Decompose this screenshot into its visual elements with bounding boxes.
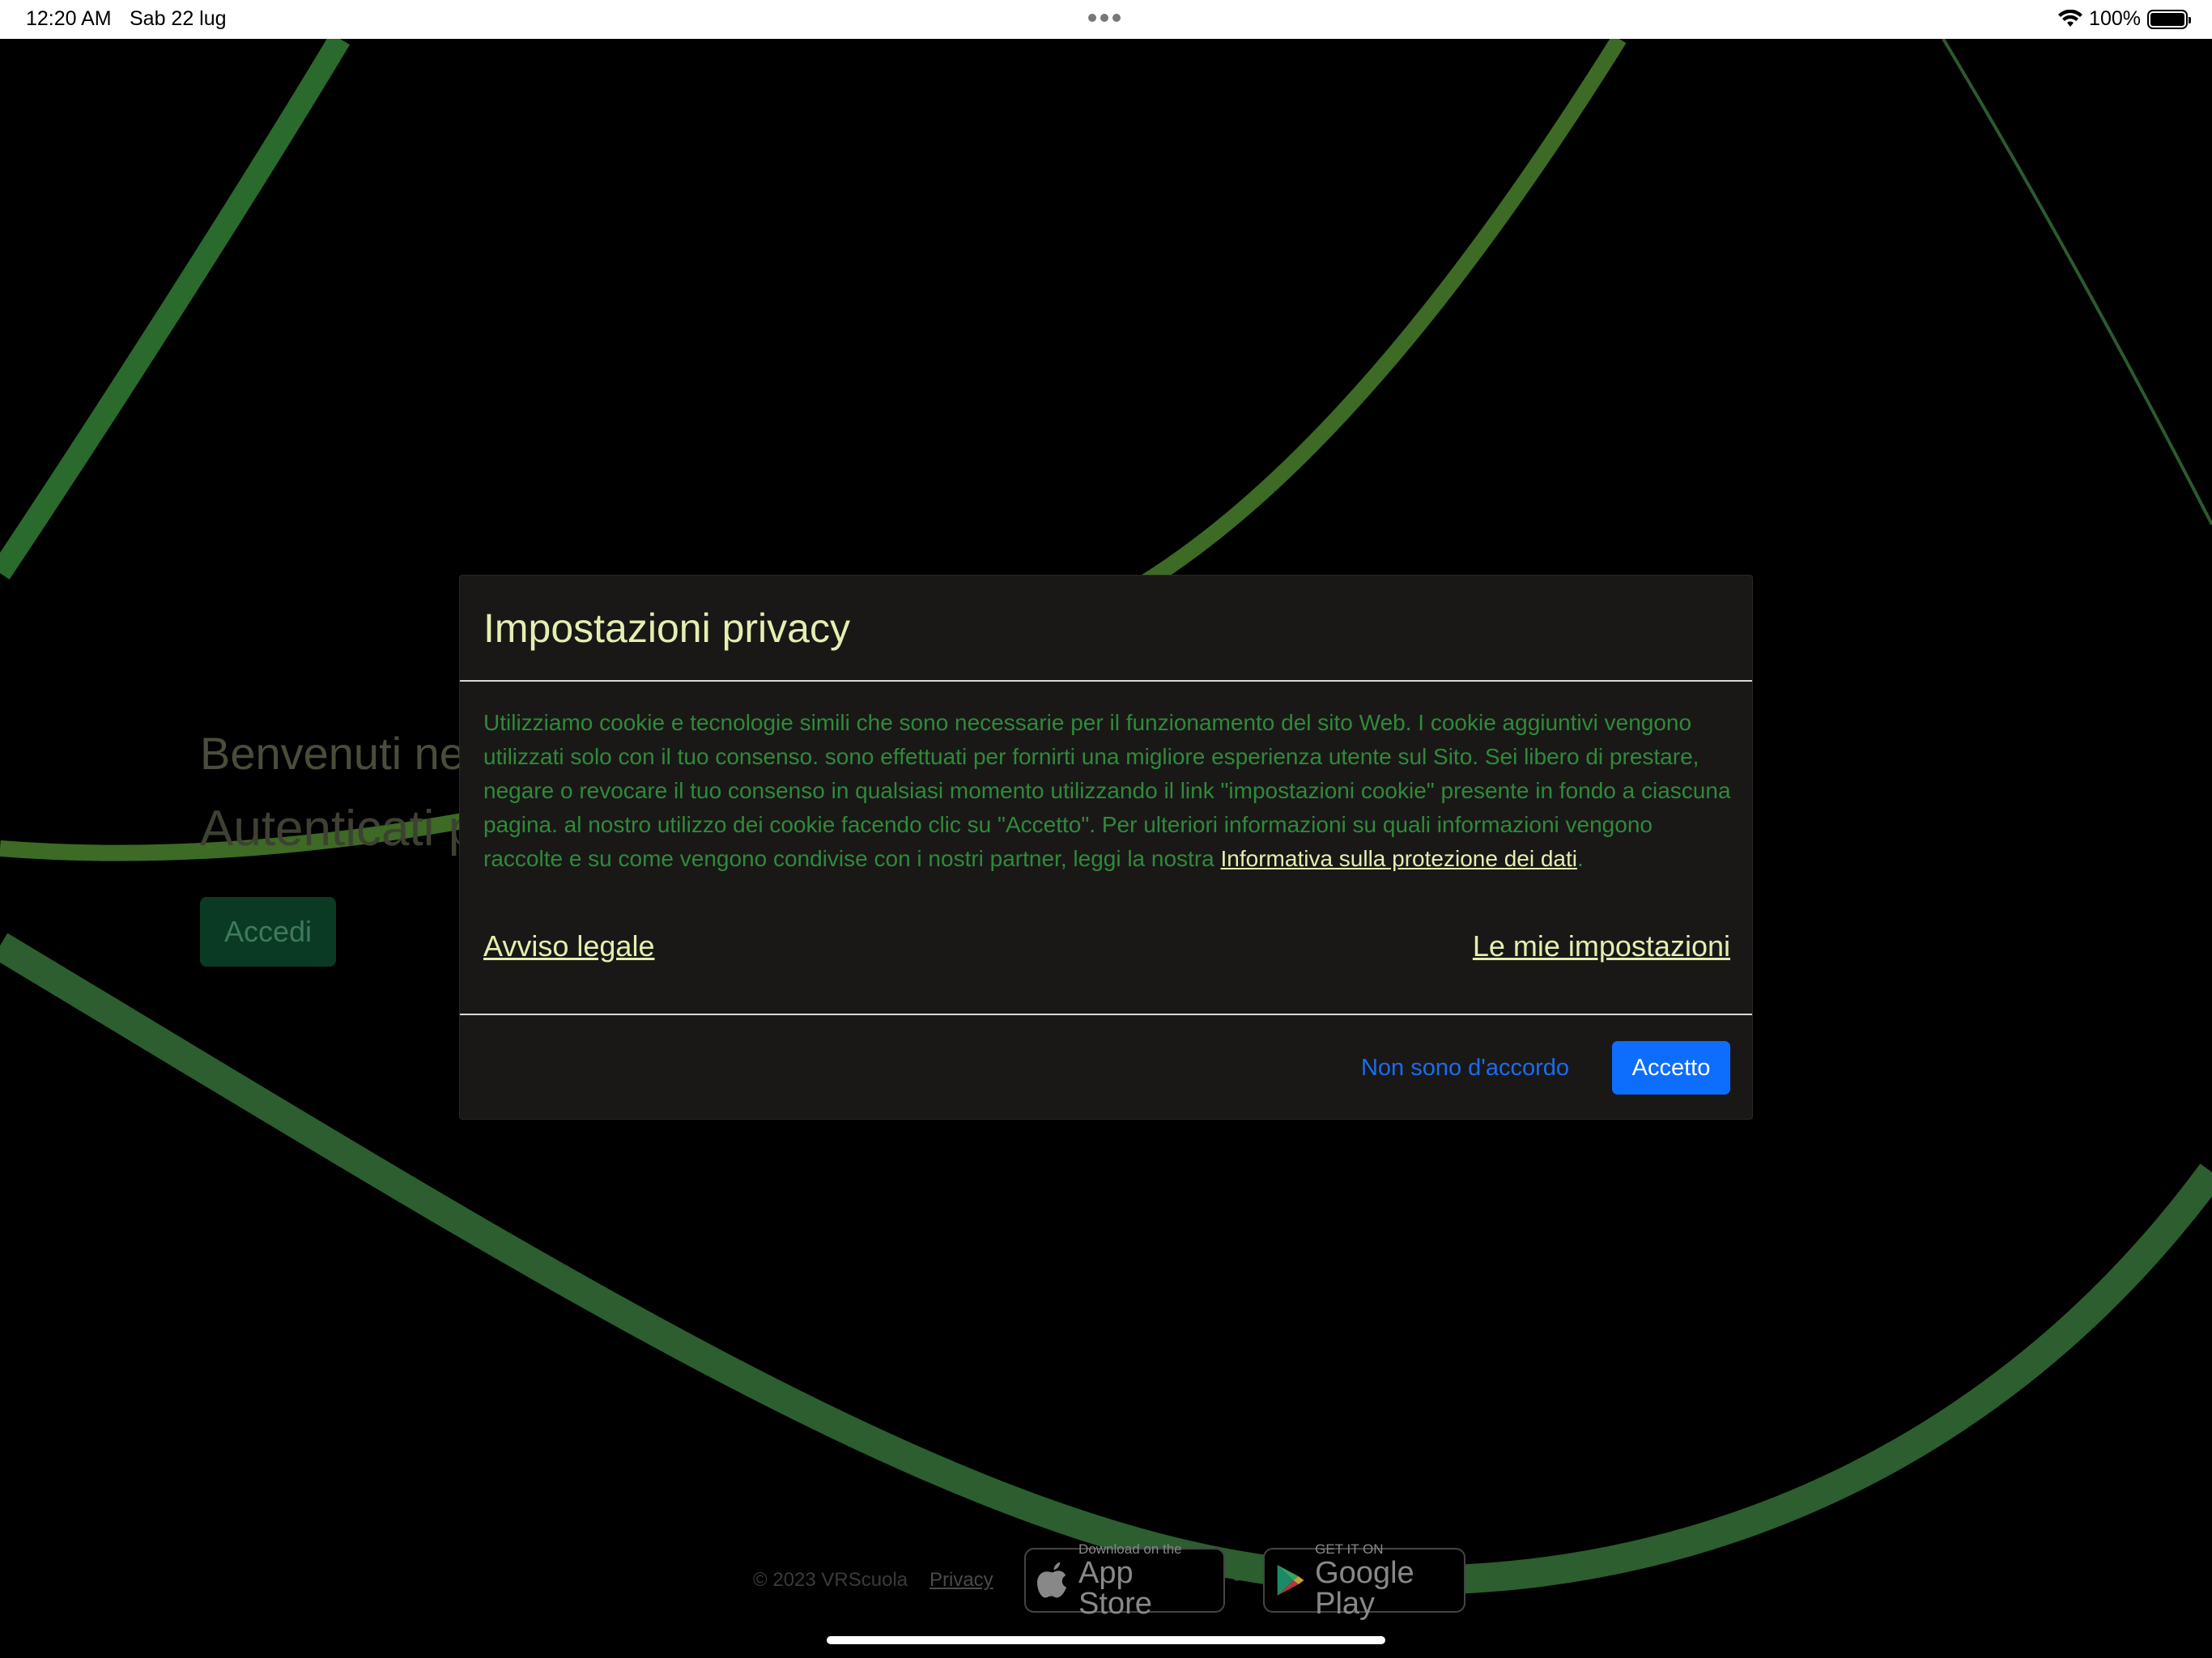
app-store-small-text: Download on the	[1078, 1541, 1182, 1557]
google-play-icon	[1277, 1565, 1304, 1596]
privacy-settings-modal: Impostazioni privacy Utilizziamo cookie …	[459, 575, 1753, 1120]
battery-percentage: 100%	[2089, 7, 2141, 30]
copyright-text: © 2023 VRScuola	[753, 1569, 908, 1591]
privacy-description-end: .	[1576, 846, 1584, 871]
home-indicator[interactable]	[827, 1636, 1385, 1644]
app-store-text: Download on the App Store	[1078, 1542, 1212, 1619]
google-play-small-text: GET IT ON	[1315, 1541, 1384, 1557]
multitasking-dots-icon[interactable]	[1088, 14, 1121, 22]
modal-header: Impostazioni privacy	[460, 576, 1752, 682]
privacy-link[interactable]: Privacy	[929, 1569, 993, 1592]
battery-icon	[2147, 9, 2191, 29]
google-play-badge[interactable]: GET IT ON Google Play	[1263, 1542, 1465, 1619]
wifi-icon	[2058, 9, 2083, 27]
modal-footer: Non sono d'accordo Accetto	[460, 1015, 1752, 1120]
modal-title: Impostazioni privacy	[483, 606, 850, 651]
apple-icon	[1037, 1562, 1067, 1598]
status-date: Sab 22 lug	[130, 7, 227, 30]
google-play-big-text: Google Play	[1315, 1555, 1414, 1621]
legal-notice-link[interactable]: Avviso legale	[483, 929, 654, 963]
login-button[interactable]: Accedi	[200, 897, 336, 967]
footer: © 2023 VRScuola Privacy Download on the …	[0, 1542, 2212, 1621]
modal-links: Avviso legale Le mie impostazioni	[483, 929, 1730, 970]
accept-button[interactable]: Accetto	[1612, 1041, 1730, 1095]
welcome-title: Benvenuti ne	[200, 728, 465, 779]
app-store-big-text: App Store	[1078, 1555, 1152, 1621]
status-indicators: 100%	[2058, 7, 2191, 31]
status-bar: 12:20 AM Sab 22 lug 100%	[0, 0, 2212, 39]
modal-body: Utilizziamo cookie e tecnologie simili c…	[460, 682, 1752, 1015]
my-settings-link[interactable]: Le mie impostazioni	[1473, 929, 1730, 963]
welcome-subtitle: Autenticati p	[200, 801, 477, 857]
google-play-text: GET IT ON Google Play	[1315, 1542, 1453, 1619]
decline-button[interactable]: Non sono d'accordo	[1348, 1041, 1582, 1095]
status-time: 12:20 AM	[26, 7, 112, 30]
data-protection-policy-link[interactable]: Informativa sulla protezione dei dati	[1221, 846, 1577, 871]
app-store-badge[interactable]: Download on the App Store	[1024, 1542, 1225, 1619]
privacy-description: Utilizziamo cookie e tecnologie simili c…	[483, 706, 1734, 876]
footer-separator: -	[1234, 1571, 1240, 1588]
